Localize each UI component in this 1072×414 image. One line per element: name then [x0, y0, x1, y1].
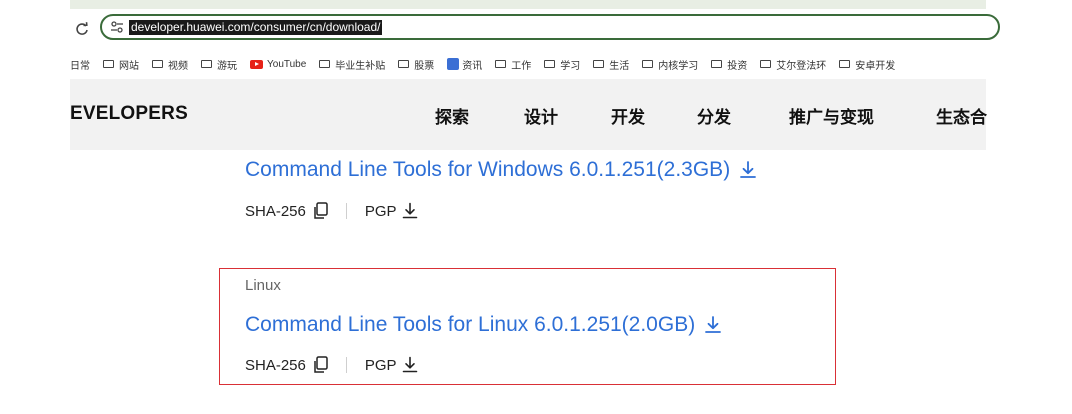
pgp-label[interactable]: PGP — [365, 203, 397, 220]
download-icon[interactable] — [738, 160, 758, 180]
nav-item-develop[interactable]: 开发 — [611, 103, 645, 128]
folder-icon — [201, 60, 212, 68]
site-settings-icon[interactable] — [110, 20, 124, 34]
youtube-icon — [250, 59, 263, 69]
bookmark-label: 视频 — [168, 60, 188, 72]
news-app-icon — [447, 58, 460, 70]
download-content: Command Line Tools for Windows 6.0.1.251… — [0, 150, 1072, 414]
reload-icon[interactable] — [74, 21, 90, 37]
windows-download-link[interactable]: Command Line Tools for Windows 6.0.1.251… — [245, 158, 758, 182]
nav-item-promote[interactable]: 推广与变现 — [789, 103, 874, 128]
bookmark-label: 安卓开发 — [855, 60, 896, 72]
download-icon[interactable] — [703, 315, 723, 335]
bookmark-item[interactable]: 视频 — [152, 57, 188, 72]
separator — [345, 203, 347, 219]
bookmark-label: 投资 — [727, 60, 748, 72]
folder-icon — [152, 60, 163, 68]
bookmark-label: 工作 — [511, 60, 532, 72]
windows-download-title: Command Line Tools for Windows 6.0.1.251… — [245, 158, 731, 181]
bookmark-item[interactable]: 安卓开发 — [839, 57, 895, 72]
copy-icon[interactable] — [313, 356, 329, 374]
bookmark-label: 资讯 — [462, 60, 483, 72]
bookmark-label: 学习 — [560, 60, 581, 72]
nav-item-ecosystem[interactable]: 生态合 — [936, 103, 987, 128]
pgp-label[interactable]: PGP — [365, 357, 397, 374]
bookmark-item[interactable]: 日常 — [70, 57, 90, 72]
bookmark-label: YouTube — [267, 58, 307, 70]
bookmark-label: 内核学习 — [658, 60, 699, 72]
windows-checksum-row: SHA-256 PGP — [245, 202, 419, 220]
tab-strip — [70, 0, 986, 9]
address-bar-row: developer.huawei.com/consumer/cn/downloa… — [70, 9, 1000, 49]
bookmark-label: 生活 — [609, 60, 630, 72]
bookmark-item[interactable]: 毕业生补贴 — [319, 57, 385, 72]
bookmark-item[interactable]: 内核学习 — [642, 57, 698, 72]
bookmark-label: 网站 — [119, 60, 139, 72]
bookmark-label: 游玩 — [217, 60, 237, 72]
bookmark-item[interactable]: 学习 — [544, 57, 580, 72]
folder-icon — [711, 60, 723, 68]
bookmark-item[interactable]: YouTube — [250, 59, 306, 70]
linux-download-title: Command Line Tools for Linux 6.0.1.251(2… — [245, 313, 696, 336]
folder-icon — [495, 60, 507, 68]
bookmark-item[interactable]: 艾尔登法环 — [760, 57, 826, 72]
folder-icon — [398, 60, 410, 68]
folder-icon — [593, 60, 605, 68]
bookmark-label: 股票 — [414, 60, 435, 72]
sha256-label: SHA-256 — [245, 202, 306, 220]
folder-icon — [839, 60, 851, 68]
bookmark-item[interactable]: 工作 — [495, 57, 531, 72]
site-header: EVELOPERS 探索 设计 开发 分发 推广与变现 生态合 — [70, 79, 987, 150]
address-bar[interactable]: developer.huawei.com/consumer/cn/downloa… — [100, 14, 1000, 40]
folder-icon — [642, 60, 654, 68]
folder-icon — [544, 60, 556, 68]
bookmark-item[interactable]: 生活 — [593, 57, 629, 72]
bookmark-item[interactable]: 网站 — [103, 57, 139, 72]
copy-icon[interactable] — [313, 202, 329, 220]
nav-item-explore[interactable]: 探索 — [435, 103, 469, 128]
folder-icon — [319, 60, 331, 68]
nav-item-distribute[interactable]: 分发 — [697, 103, 731, 128]
bookmark-item[interactable]: 股票 — [398, 57, 434, 72]
bookmarks-bar: 日常 网站 视频 游玩 YouTube 毕业生补贴 股票 资讯 工作 学习 生活 内核学习 投资 艾尔登法… — [70, 49, 986, 79]
browser-window: developer.huawei.com/consumer/cn/downloa… — [70, 0, 1000, 150]
linux-download-link[interactable]: Command Line Tools for Linux 6.0.1.251(2… — [245, 313, 723, 337]
sha256-label: SHA-256 — [245, 356, 306, 374]
bookmark-label: 日常 — [70, 60, 90, 72]
folder-icon — [760, 60, 772, 68]
pgp-download-icon[interactable] — [401, 202, 419, 220]
site-brand[interactable]: EVELOPERS — [70, 103, 188, 125]
bookmark-item[interactable]: 投资 — [711, 57, 747, 72]
bookmark-label: 艾尔登法环 — [776, 60, 827, 72]
linux-os-label: Linux — [245, 277, 281, 294]
bookmark-item[interactable]: 游玩 — [201, 57, 237, 72]
linux-checksum-row: SHA-256 PGP — [245, 356, 419, 374]
nav-item-design[interactable]: 设计 — [524, 103, 558, 128]
separator — [345, 357, 347, 373]
folder-icon — [103, 60, 114, 68]
pgp-download-icon[interactable] — [401, 356, 419, 374]
bookmark-item[interactable]: 资讯 — [447, 57, 482, 72]
url-text[interactable]: developer.huawei.com/consumer/cn/downloa… — [129, 20, 383, 35]
bookmark-label: 毕业生补贴 — [335, 60, 386, 72]
